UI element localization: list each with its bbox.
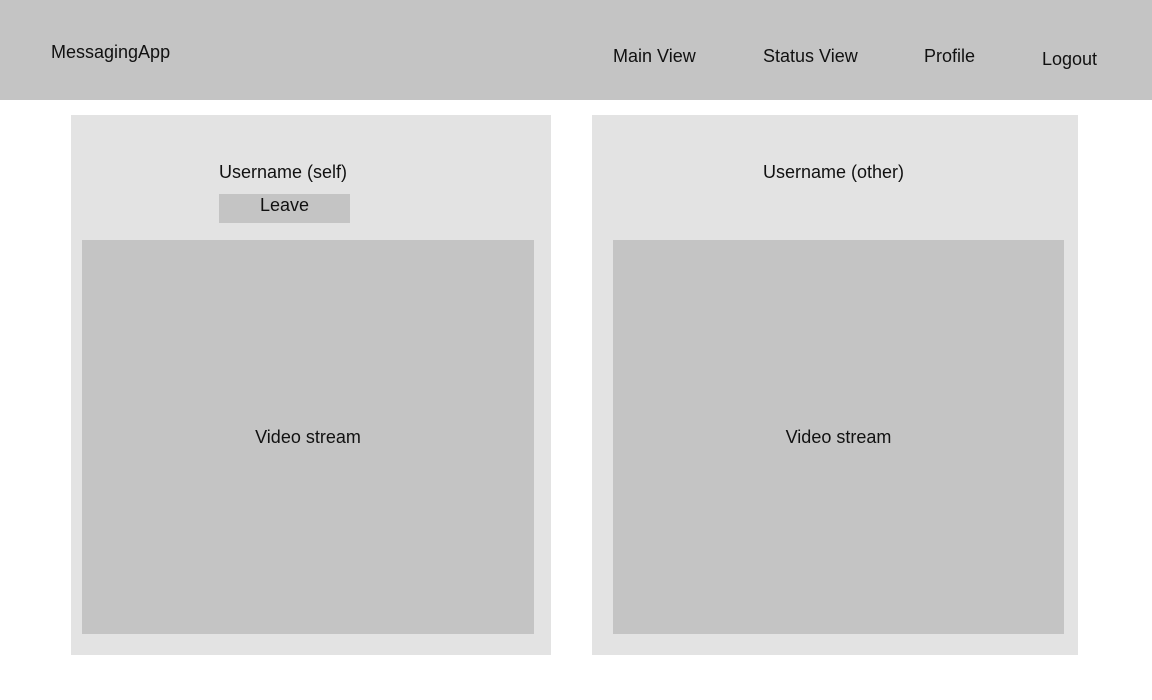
other-username: Username (other) <box>763 162 905 182</box>
other-video-panel: Username (other) Video stream <box>592 115 1078 655</box>
brand-logo[interactable]: MessagingApp <box>51 41 170 63</box>
self-username: Username (self) <box>219 162 348 182</box>
leave-button-label: Leave <box>259 195 310 215</box>
leave-button[interactable]: Leave <box>219 194 350 223</box>
self-video-label: Video stream <box>255 427 361 447</box>
nav-profile[interactable]: Profile <box>924 45 975 67</box>
other-video-stream: Video stream <box>613 240 1064 634</box>
self-video-stream: Video stream <box>82 240 534 634</box>
other-video-label: Video stream <box>785 427 892 447</box>
top-nav: MessagingApp Main View Status View Profi… <box>0 0 1152 100</box>
nav-main-view[interactable]: Main View <box>613 45 696 67</box>
self-video-panel: Username (self) Leave Video stream <box>71 115 551 655</box>
nav-logout[interactable]: Logout <box>1042 48 1097 70</box>
nav-status-view[interactable]: Status View <box>763 45 858 67</box>
